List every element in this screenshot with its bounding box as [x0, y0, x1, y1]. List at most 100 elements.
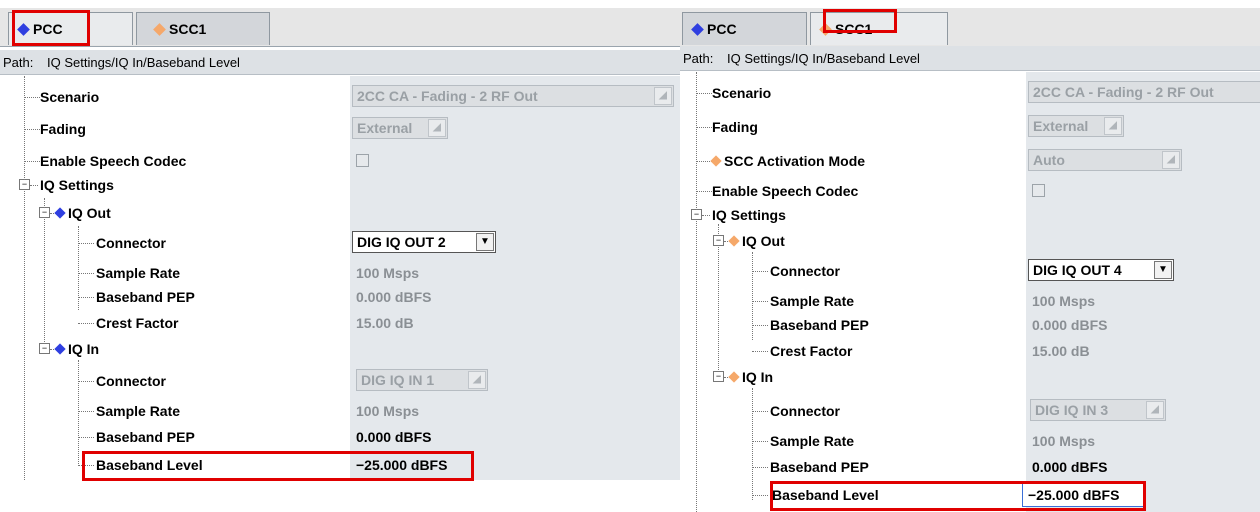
in-connector-dropdown[interactable]: DIG IQ IN 3 ◢: [1030, 399, 1166, 421]
row-out-sample-rate: Sample Rate 100 Msps: [0, 260, 680, 286]
row-out-pep: Baseband PEP 0.000 dBFS: [680, 312, 1260, 338]
fading-value: External: [1033, 118, 1089, 134]
dropdown-arrow-icon: ◢: [1104, 117, 1122, 135]
path-value: IQ Settings/IQ In/Baseband Level: [727, 50, 920, 66]
row-fading[interactable]: Fading External ◢: [0, 116, 680, 142]
row-iq-settings[interactable]: − IQ Settings: [0, 172, 680, 198]
row-iq-settings[interactable]: − IQ Settings: [680, 202, 1260, 228]
scc-diamond-icon: [728, 235, 740, 247]
scenario-dropdown[interactable]: 2CC CA - Fading - 2 RF Out ◢: [352, 85, 674, 107]
row-iq-out[interactable]: − IQ Out: [680, 228, 1260, 254]
out-pep-value: 0.000 dBFS: [356, 289, 432, 305]
iq-out-label: IQ Out: [742, 233, 785, 249]
out-connector-value: DIG IQ OUT 2: [357, 234, 446, 250]
path-label: Path:: [683, 50, 714, 66]
tab-pcc-label: PCC: [707, 21, 737, 37]
out-pep-label: Baseband PEP: [96, 289, 195, 305]
fading-dropdown[interactable]: External ◢: [1028, 115, 1124, 137]
tab-bar: PCC SCC1: [680, 8, 1260, 47]
dropdown-arrow-icon: ◢: [654, 87, 672, 105]
path-bar: Path: IQ Settings/IQ In/Baseband Level: [680, 46, 1260, 71]
speech-codec-checkbox[interactable]: [356, 154, 369, 167]
tree-expander-icon[interactable]: −: [19, 179, 30, 190]
row-speech-codec[interactable]: Enable Speech Codec: [0, 148, 680, 174]
out-connector-label: Connector: [96, 235, 166, 251]
row-scenario[interactable]: Scenario 2CC CA - Fading - 2 RF Out: [680, 80, 1260, 106]
in-sample-rate-value: 100 Msps: [1032, 433, 1096, 449]
scc-activation-label: SCC Activation Mode: [724, 153, 866, 169]
scc-diamond-icon: [710, 155, 722, 167]
scc-activation-value: Auto: [1033, 152, 1065, 168]
row-iq-in[interactable]: − IQ In: [680, 364, 1260, 390]
tree-expander-icon[interactable]: −: [713, 371, 724, 382]
out-crest-label: Crest Factor: [96, 315, 179, 331]
out-crest-value: 15.00 dB: [1032, 343, 1090, 359]
row-out-connector[interactable]: Connector DIG IQ OUT 4 ▼: [680, 258, 1260, 284]
in-connector-label: Connector: [96, 373, 166, 389]
in-connector-dropdown[interactable]: DIG IQ IN 1 ◢: [356, 369, 488, 391]
settings-tree: Scenario 2CC CA - Fading - 2 RF Out ◢ Fa…: [0, 76, 680, 480]
scenario-value: 2CC CA - Fading - 2 RF Out: [1033, 84, 1214, 100]
row-out-pep: Baseband PEP 0.000 dBFS: [0, 284, 680, 310]
path-bar: Path: IQ Settings/IQ In/Baseband Level: [0, 50, 680, 75]
path-label: Path:: [3, 54, 34, 70]
scenario-value: 2CC CA - Fading - 2 RF Out: [357, 88, 538, 104]
row-out-sample-rate: Sample Rate 100 Msps: [680, 288, 1260, 314]
in-pep-value: 0.000 dBFS: [1032, 459, 1108, 475]
highlight-scc1-tab: [823, 9, 897, 33]
out-connector-dropdown[interactable]: DIG IQ OUT 2 ▼: [352, 231, 496, 253]
scenario-label: Scenario: [712, 85, 772, 101]
scc-diamond-icon: [728, 371, 740, 383]
out-sample-rate-label: Sample Rate: [96, 265, 181, 281]
in-sample-rate-label: Sample Rate: [770, 433, 855, 449]
in-pep-label: Baseband PEP: [96, 429, 195, 445]
row-iq-in[interactable]: − IQ In: [0, 336, 680, 362]
row-speech-codec[interactable]: Enable Speech Codec: [680, 178, 1260, 204]
pcc-diamond-icon: [54, 207, 66, 219]
tree-expander-icon[interactable]: −: [691, 209, 702, 220]
out-connector-dropdown[interactable]: DIG IQ OUT 4 ▼: [1028, 259, 1174, 281]
out-connector-label: Connector: [770, 263, 840, 279]
dropdown-arrow-icon: ◢: [1146, 401, 1164, 419]
scenario-label: Scenario: [40, 89, 100, 105]
tree-expander-icon[interactable]: −: [713, 235, 724, 246]
scenario-dropdown[interactable]: 2CC CA - Fading - 2 RF Out: [1028, 81, 1260, 103]
highlight-baseband-level: [770, 481, 1146, 511]
row-in-connector[interactable]: Connector DIG IQ IN 3 ◢: [680, 398, 1260, 424]
scc-activation-dropdown[interactable]: Auto ◢: [1028, 149, 1182, 171]
tree-expander-icon[interactable]: −: [39, 343, 50, 354]
pcc-diamond-icon: [54, 343, 66, 355]
row-fading[interactable]: Fading External ◢: [680, 114, 1260, 140]
row-out-connector[interactable]: Connector DIG IQ OUT 2 ▼: [0, 230, 680, 256]
in-pep-label: Baseband PEP: [770, 459, 869, 475]
tree-expander-icon[interactable]: −: [39, 207, 50, 218]
row-scenario[interactable]: Scenario 2CC CA - Fading - 2 RF Out ◢: [0, 84, 680, 110]
scc-diamond-icon: [153, 22, 166, 36]
row-scc-activation[interactable]: SCC Activation Mode Auto ◢: [680, 148, 1260, 174]
row-iq-out[interactable]: − IQ Out: [0, 200, 680, 226]
right-panel: PCC SCC1 Path: IQ Settings/IQ In/Baseban…: [680, 0, 1260, 512]
iq-settings-label: IQ Settings: [712, 207, 786, 223]
path-value: IQ Settings/IQ In/Baseband Level: [47, 54, 240, 70]
settings-tree: Scenario 2CC CA - Fading - 2 RF Out Fadi…: [680, 72, 1260, 512]
tab-scc1-label: SCC1: [169, 21, 207, 37]
fading-value: External: [357, 120, 413, 136]
tab-scc1[interactable]: SCC1: [136, 12, 270, 45]
speech-codec-label: Enable Speech Codec: [712, 183, 859, 199]
dropdown-arrow-icon: ◢: [468, 371, 486, 389]
dropdown-arrow-icon: ◢: [428, 119, 446, 137]
tab-pcc[interactable]: PCC: [682, 12, 807, 45]
in-connector-value: DIG IQ IN 3: [1035, 402, 1109, 418]
row-in-connector[interactable]: Connector DIG IQ IN 1 ◢: [0, 368, 680, 394]
in-pep-value: 0.000 dBFS: [356, 429, 432, 445]
fading-label: Fading: [712, 119, 758, 135]
in-connector-label: Connector: [770, 403, 840, 419]
speech-codec-checkbox[interactable]: [1032, 184, 1045, 197]
row-in-pep: Baseband PEP 0.000 dBFS: [680, 454, 1260, 480]
left-panel: PCC SCC1 Path: IQ Settings/IQ In/Baseban…: [0, 0, 680, 512]
out-crest-label: Crest Factor: [770, 343, 853, 359]
dropdown-arrow-icon: ▼: [476, 233, 494, 251]
row-in-sample-rate: Sample Rate 100 Msps: [0, 398, 680, 424]
row-in-sample-rate: Sample Rate 100 Msps: [680, 428, 1260, 454]
fading-dropdown[interactable]: External ◢: [352, 117, 448, 139]
